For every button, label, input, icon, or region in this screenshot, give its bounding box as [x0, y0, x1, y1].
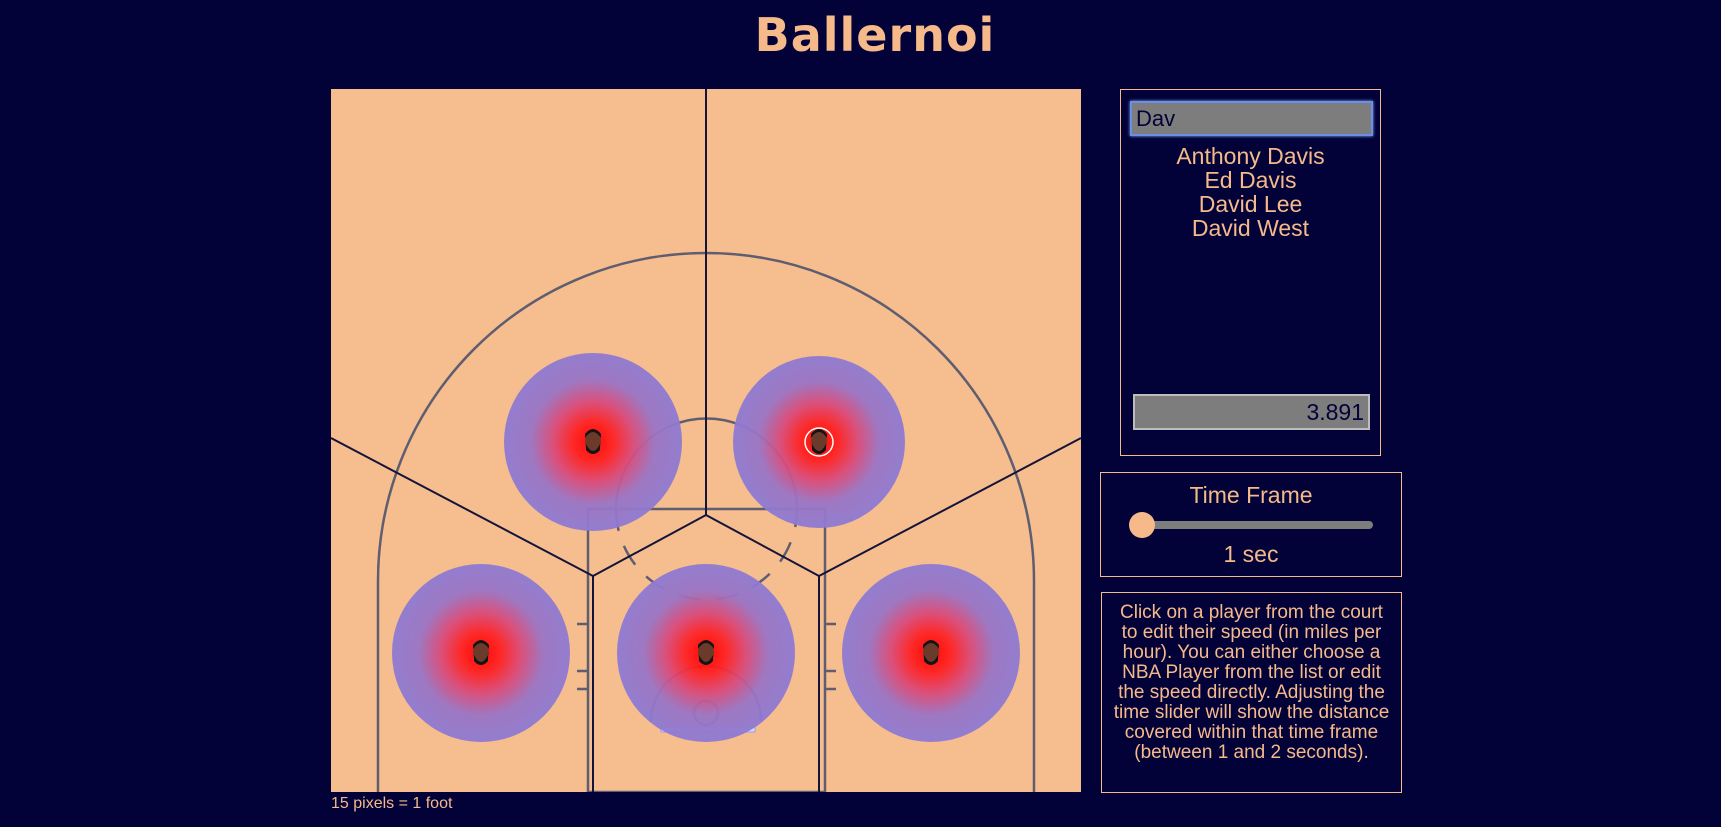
- player-option[interactable]: David Lee: [1121, 192, 1380, 216]
- time-frame-value: 1 sec: [1223, 541, 1279, 567]
- basketball-court[interactable]: [331, 89, 1081, 792]
- player-face-icon[interactable]: [473, 640, 489, 665]
- help-text: Click on a player from the court to edit…: [1113, 602, 1390, 763]
- player-face-icon[interactable]: [923, 640, 939, 665]
- time-slider-track[interactable]: [1141, 521, 1373, 529]
- player-option[interactable]: David West: [1121, 216, 1380, 240]
- player-search-input[interactable]: [1130, 101, 1373, 136]
- speed-input[interactable]: [1133, 394, 1370, 430]
- app-title: Ballernoi: [754, 8, 996, 62]
- player-face-icon[interactable]: [585, 429, 601, 454]
- help-text-panel: Click on a player from the court to edit…: [1101, 592, 1402, 793]
- time-frame-panel: Time Frame 1 sec: [1100, 472, 1402, 577]
- scale-note: 15 pixels = 1 foot: [331, 795, 453, 812]
- time-frame-title: Time Frame: [1189, 482, 1313, 508]
- player-option[interactable]: Anthony Davis: [1121, 144, 1380, 168]
- time-slider-thumb[interactable]: [1129, 512, 1155, 538]
- player-option[interactable]: Ed Davis: [1121, 168, 1380, 192]
- player-suggestion-list: Anthony Davis Ed Davis David Lee David W…: [1121, 144, 1380, 240]
- player-panel: Anthony Davis Ed Davis David Lee David W…: [1120, 89, 1381, 456]
- player-face-icon[interactable]: [698, 640, 714, 665]
